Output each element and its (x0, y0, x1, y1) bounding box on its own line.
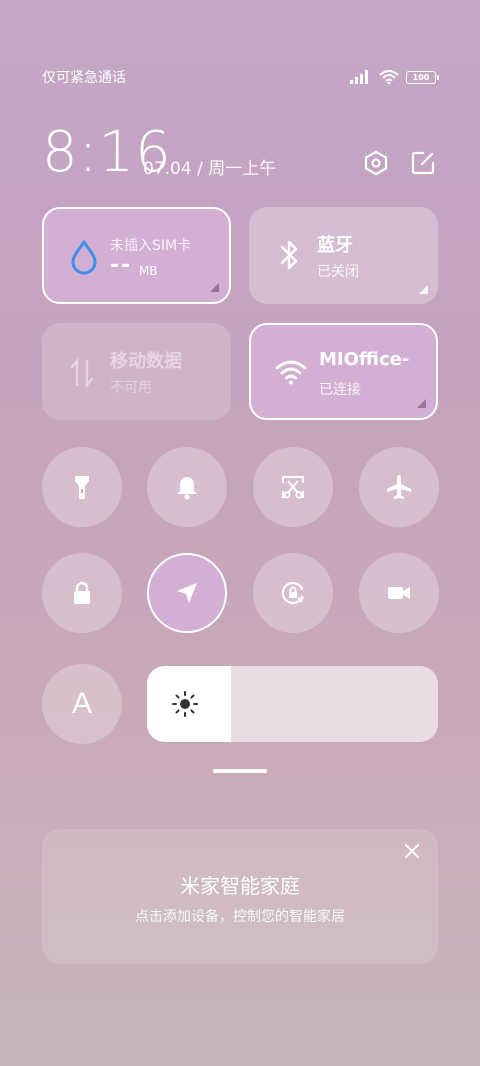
screen-record-toggle[interactable] (359, 553, 439, 633)
expand-corner-icon[interactable] (417, 399, 426, 408)
close-icon[interactable] (402, 841, 422, 861)
carrier-text: 仅可紧急通话 (42, 70, 126, 86)
wifi-tile[interactable]: MIOffice- 已连接 (249, 323, 438, 420)
smart-home-card[interactable]: 米家智能家庭 点击添加设备，控制您的智能家居 (42, 829, 438, 964)
brightness-slider[interactable] (147, 666, 438, 742)
rotation-lock-toggle[interactable] (253, 553, 333, 633)
header: 8:16 07.04 / 周一上午 (42, 120, 436, 186)
airplane-toggle[interactable] (359, 447, 439, 527)
edit-icon[interactable] (410, 150, 436, 176)
wifi-icon (275, 360, 307, 385)
flashlight-toggle[interactable] (42, 447, 122, 527)
bluetooth-status: 已关闭 (317, 264, 359, 280)
lock-icon (74, 581, 90, 604)
date[interactable]: 07.04 / 周一上午 (143, 154, 276, 179)
signal-icon (350, 70, 368, 84)
data-usage-unit: MB (139, 264, 158, 278)
smart-home-title: 米家智能家庭 (180, 874, 300, 898)
data-usage-title: 未插入SIM卡 (110, 238, 192, 254)
wifi-title: MIOffice- (319, 349, 410, 370)
expand-corner-icon[interactable] (419, 285, 428, 294)
screenshot-toggle[interactable] (253, 447, 333, 527)
status-icons: 100 (350, 70, 439, 84)
bluetooth-title: 蓝牙 (317, 235, 353, 256)
smart-home-subtitle: 点击添加设备，控制您的智能家居 (135, 909, 345, 925)
auto-brightness-toggle[interactable]: A (42, 664, 122, 744)
expand-corner-icon[interactable] (210, 283, 219, 292)
sun-icon (172, 691, 198, 717)
data-usage-value: -- (110, 253, 133, 278)
bluetooth-icon (280, 240, 298, 270)
battery-icon: 100 (406, 70, 439, 84)
bell-icon (177, 477, 197, 500)
lock-toggle[interactable] (42, 553, 122, 633)
scissors-screenshot-icon (282, 476, 304, 499)
settings-hexagon-icon[interactable] (363, 150, 389, 176)
auto-brightness-label: A (71, 687, 92, 720)
data-usage-tile[interactable]: 未插入SIM卡 -- MB (42, 207, 231, 304)
airplane-icon (387, 475, 411, 499)
droplet-icon (71, 240, 97, 275)
ring-toggle[interactable] (147, 447, 227, 527)
location-toggle[interactable] (147, 553, 227, 633)
video-camera-icon (388, 587, 410, 599)
flashlight-icon (75, 476, 89, 499)
mobile-data-arrows-icon (70, 357, 94, 389)
wifi-status: 已连接 (319, 382, 361, 398)
drag-handle[interactable] (213, 769, 267, 773)
status-bar: 仅可紧急通话 100 (42, 66, 439, 88)
location-arrow-icon (177, 583, 197, 603)
mobile-data-title: 移动数据 (110, 351, 182, 372)
wifi-icon (379, 70, 399, 84)
mobile-data-tile[interactable]: 移动数据 不可用 (42, 323, 231, 420)
bluetooth-tile[interactable]: 蓝牙 已关闭 (249, 207, 438, 304)
mobile-data-status: 不可用 (110, 380, 152, 396)
rotation-lock-icon (281, 581, 304, 605)
